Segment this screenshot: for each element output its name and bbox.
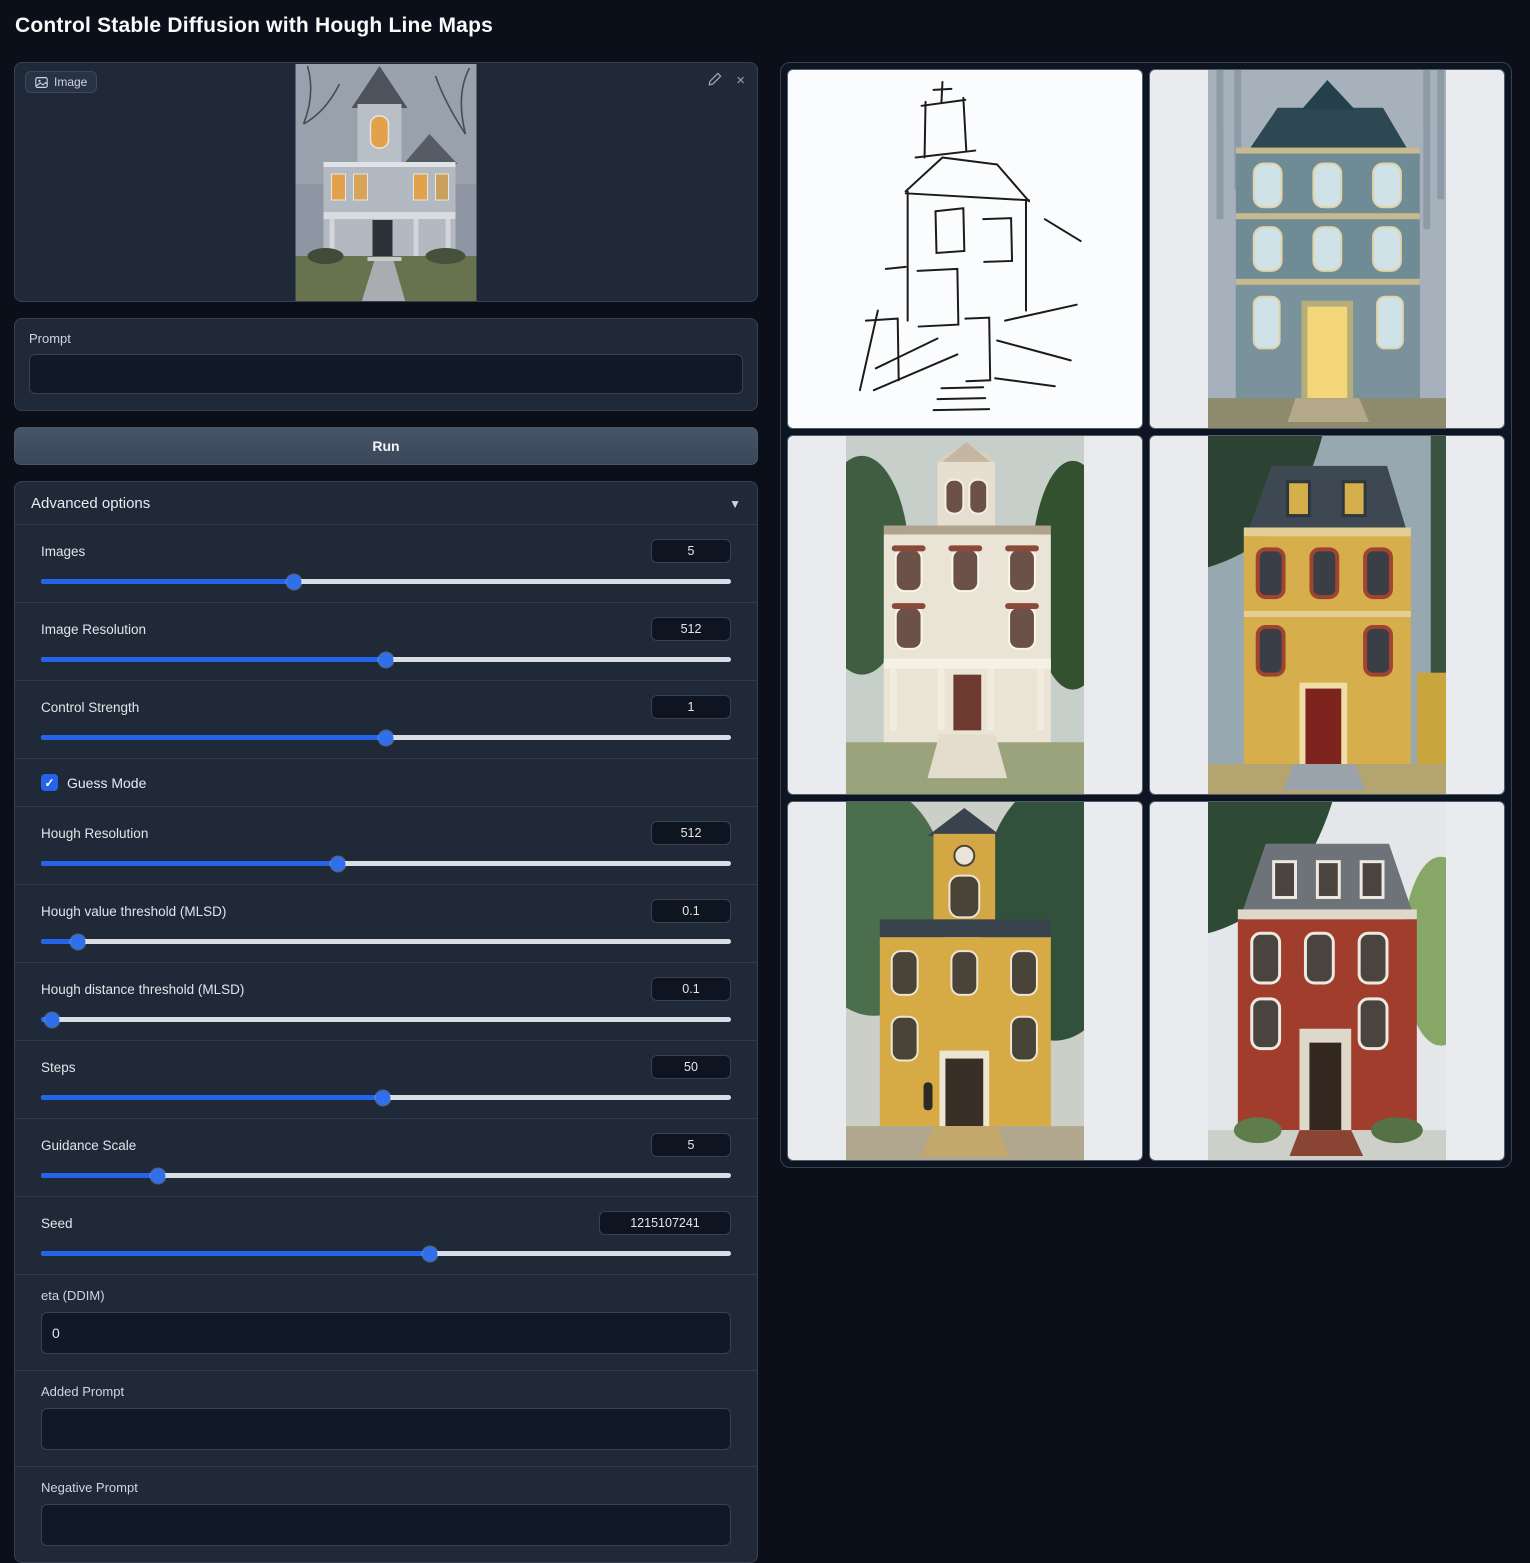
slider-thumb[interactable] — [376, 1090, 391, 1105]
edit-icon[interactable] — [708, 72, 722, 89]
slider-value-control-strength[interactable] — [651, 695, 731, 719]
slider-label-steps: Steps — [41, 1060, 76, 1075]
slider-label-guidance-scale: Guidance Scale — [41, 1138, 136, 1153]
slider-label-images: Images — [41, 544, 85, 559]
guess-mode-label: Guess Mode — [67, 775, 146, 791]
chevron-down-icon: ▼ — [729, 497, 741, 511]
slider-thumb[interactable] — [286, 574, 301, 589]
gallery-image-hough-line-map — [846, 70, 1085, 428]
eta-label: eta (DDIM) — [41, 1288, 731, 1303]
negative-prompt-input[interactable] — [41, 1504, 731, 1546]
slider-row-hough-distance-threshold: Hough distance threshold (MLSD) — [15, 962, 757, 1040]
run-button[interactable]: Run — [14, 427, 758, 465]
added-prompt-label: Added Prompt — [41, 1384, 731, 1399]
advanced-options-header[interactable]: Advanced options ▼ — [15, 482, 757, 524]
gallery-item-yellow-victorian[interactable] — [1149, 435, 1505, 795]
slider-row-image-resolution: Image Resolution — [15, 602, 757, 680]
slider-row-images: Images — [15, 524, 757, 602]
gallery-item-gold-victorian[interactable] — [787, 801, 1143, 1161]
slider-value-steps[interactable] — [651, 1055, 731, 1079]
image-icon — [35, 76, 48, 89]
slider-thumb[interactable] — [45, 1012, 60, 1027]
gallery-item-red-brick-victorian[interactable] — [1149, 801, 1505, 1161]
image-label: Image — [54, 75, 87, 89]
gallery-image-yellow-victorian — [1208, 436, 1447, 794]
eta-row: eta (DDIM) — [15, 1274, 757, 1370]
slider-thumb[interactable] — [423, 1246, 438, 1261]
slider-row-hough-resolution: Hough Resolution — [15, 806, 757, 884]
gallery-item-white-victorian[interactable] — [787, 435, 1143, 795]
slider-thumb[interactable] — [151, 1168, 166, 1183]
slider-label-hough-resolution: Hough Resolution — [41, 826, 148, 841]
slider-track-steps[interactable] — [41, 1095, 731, 1100]
slider-value-image-resolution[interactable] — [651, 617, 731, 641]
slider-row-control-strength: Control Strength — [15, 680, 757, 758]
slider-track-guidance-scale[interactable] — [41, 1173, 731, 1178]
page-title: Control Stable Diffusion with Hough Line… — [15, 14, 493, 38]
slider-value-hough-resolution[interactable] — [651, 821, 731, 845]
slider-track-image-resolution[interactable] — [41, 657, 731, 662]
guess-mode-checkbox[interactable]: ✓ — [41, 774, 58, 791]
gallery-image-white-victorian — [846, 436, 1085, 794]
slider-value-hough-distance-threshold[interactable] — [651, 977, 731, 1001]
slider-track-images[interactable] — [41, 579, 731, 584]
results-gallery — [780, 62, 1512, 1168]
gallery-image-gold-victorian — [846, 802, 1085, 1160]
slider-track-hough-value-threshold[interactable] — [41, 939, 731, 944]
image-actions: × — [708, 72, 745, 89]
slider-value-images[interactable] — [651, 539, 731, 563]
slider-track-hough-distance-threshold[interactable] — [41, 1017, 731, 1022]
image-label-chip: Image — [25, 71, 97, 93]
gallery-item-teal-victorian[interactable] — [1149, 69, 1505, 429]
input-house-photo[interactable] — [296, 64, 477, 302]
input-image-block: Image × — [14, 62, 758, 302]
slider-row-guidance-scale: Guidance Scale — [15, 1118, 757, 1196]
advanced-options-panel: Advanced options ▼ Images Image Resoluti… — [14, 481, 758, 1563]
slider-label-control-strength: Control Strength — [41, 700, 139, 715]
slider-label-image-resolution: Image Resolution — [41, 622, 146, 637]
slider-label-hough-distance-threshold: Hough distance threshold (MLSD) — [41, 982, 244, 997]
prompt-block: Prompt — [14, 318, 758, 411]
slider-track-control-strength[interactable] — [41, 735, 731, 740]
slider-thumb[interactable] — [330, 856, 345, 871]
prompt-input[interactable] — [29, 354, 743, 394]
gallery-image-teal-victorian — [1208, 70, 1447, 428]
eta-input[interactable] — [41, 1312, 731, 1354]
controls-column: Image × — [14, 62, 758, 1563]
added-prompt-input[interactable] — [41, 1408, 731, 1450]
slider-value-hough-value-threshold[interactable] — [651, 899, 731, 923]
check-icon: ✓ — [44, 776, 54, 790]
slider-track-hough-resolution[interactable] — [41, 861, 731, 866]
slider-value-seed[interactable] — [599, 1211, 731, 1235]
added-prompt-row: Added Prompt — [15, 1370, 757, 1466]
slider-thumb[interactable] — [70, 934, 85, 949]
slider-value-guidance-scale[interactable] — [651, 1133, 731, 1157]
negative-prompt-row: Negative Prompt — [15, 1466, 757, 1562]
guess-mode-row: ✓ Guess Mode — [15, 758, 757, 806]
advanced-options-title: Advanced options — [31, 495, 150, 512]
slider-label-hough-value-threshold: Hough value threshold (MLSD) — [41, 904, 226, 919]
gallery-image-red-brick-victorian — [1208, 802, 1447, 1160]
slider-track-seed[interactable] — [41, 1251, 731, 1256]
slider-label-seed: Seed — [41, 1216, 73, 1231]
slider-row-steps: Steps — [15, 1040, 757, 1118]
slider-thumb[interactable] — [379, 730, 394, 745]
gallery-item-hough-line-map[interactable] — [787, 69, 1143, 429]
slider-thumb[interactable] — [379, 652, 394, 667]
prompt-label: Prompt — [29, 331, 743, 346]
close-icon[interactable]: × — [736, 73, 745, 88]
slider-row-seed: Seed — [15, 1196, 757, 1274]
slider-row-hough-value-threshold: Hough value threshold (MLSD) — [15, 884, 757, 962]
negative-prompt-label: Negative Prompt — [41, 1480, 731, 1495]
